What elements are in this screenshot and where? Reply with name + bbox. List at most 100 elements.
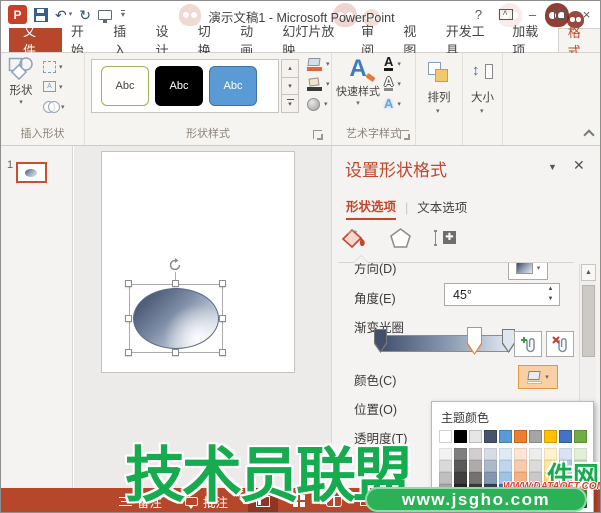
- add-gradient-stop-button[interactable]: [514, 331, 542, 357]
- variant-color-swatch[interactable]: [469, 496, 482, 508]
- theme-color-swatch[interactable]: [514, 430, 527, 443]
- ribbon-tab[interactable]: 开始: [62, 24, 104, 58]
- spin-up-icon[interactable]: ▲: [544, 285, 557, 294]
- shape-effects-button[interactable]: ▾: [307, 96, 330, 112]
- variant-color-swatch[interactable]: [469, 460, 482, 472]
- variant-color-swatch[interactable]: [484, 448, 497, 460]
- variant-color-swatch[interactable]: [454, 496, 467, 508]
- variant-color-swatch[interactable]: [499, 448, 512, 460]
- text-box-button[interactable]: A ▾: [43, 79, 65, 94]
- variant-color-swatch[interactable]: [514, 460, 527, 472]
- theme-color-swatch[interactable]: [439, 430, 452, 443]
- variant-color-swatch[interactable]: [469, 472, 482, 484]
- collapse-ribbon-button[interactable]: [584, 129, 594, 137]
- theme-color-swatch[interactable]: [484, 430, 497, 443]
- variant-color-swatch[interactable]: [439, 448, 452, 460]
- variant-color-swatch[interactable]: [544, 484, 557, 496]
- reading-view-button[interactable]: [319, 488, 349, 512]
- ribbon-tab[interactable]: 动画: [231, 24, 273, 58]
- resize-handle-e[interactable]: [219, 315, 226, 322]
- resize-handle-n[interactable]: [172, 280, 179, 287]
- ribbon-tab[interactable]: 切换: [189, 24, 231, 58]
- shape-style-thumbnail[interactable]: Abc: [155, 66, 203, 106]
- theme-color-swatch[interactable]: [454, 430, 467, 443]
- variant-color-swatch[interactable]: [499, 472, 512, 484]
- resize-handle-sw[interactable]: [125, 349, 132, 356]
- variant-color-swatch[interactable]: [529, 484, 542, 496]
- theme-color-swatch[interactable]: [469, 430, 482, 443]
- variant-color-swatch[interactable]: [454, 448, 467, 460]
- edit-shape-button[interactable]: ▾: [43, 59, 65, 74]
- variant-color-swatch[interactable]: [514, 496, 527, 508]
- fill-line-icon[interactable]: [340, 226, 367, 250]
- text-fill-button[interactable]: A ▾: [384, 55, 401, 72]
- variant-color-swatch[interactable]: [499, 460, 512, 472]
- tab-text-options[interactable]: 文本选项: [417, 197, 467, 219]
- variant-color-swatch[interactable]: [529, 496, 542, 508]
- save-icon[interactable]: [34, 7, 48, 22]
- shape-fill-button[interactable]: ▾: [307, 56, 330, 72]
- theme-color-swatch[interactable]: [559, 430, 572, 443]
- variant-color-swatch[interactable]: [544, 496, 557, 508]
- variant-color-swatch[interactable]: [544, 448, 557, 460]
- slideshow-view-button[interactable]: [351, 488, 381, 512]
- text-outline-button[interactable]: A ▾: [384, 75, 401, 92]
- redo-icon[interactable]: ↻: [79, 8, 91, 22]
- variant-color-swatch[interactable]: [559, 472, 572, 484]
- variant-color-swatch[interactable]: [574, 496, 587, 508]
- variant-color-swatch[interactable]: [439, 460, 452, 472]
- direction-dropdown[interactable]: ▾: [508, 263, 548, 280]
- variant-color-swatch[interactable]: [514, 448, 527, 460]
- variant-color-swatch[interactable]: [469, 484, 482, 496]
- theme-color-swatch[interactable]: [574, 430, 587, 443]
- ribbon-tab[interactable]: 加载项: [503, 24, 557, 58]
- variant-color-swatch[interactable]: [439, 472, 452, 484]
- gallery-up-button[interactable]: ▴: [281, 59, 299, 78]
- customize-qat-icon[interactable]: ▾: [119, 10, 125, 19]
- notes-button[interactable]: 备注: [119, 488, 162, 512]
- arrange-button[interactable]: 排列 ▾: [416, 53, 462, 145]
- variant-color-swatch[interactable]: [574, 472, 587, 484]
- slide-sorter-view-button[interactable]: [284, 488, 314, 512]
- shape-style-thumbnail[interactable]: Abc: [101, 66, 149, 106]
- variant-color-swatch[interactable]: [454, 484, 467, 496]
- slide-editing-area[interactable]: [74, 146, 331, 488]
- resize-handle-nw[interactable]: [125, 280, 132, 287]
- resize-handle-w[interactable]: [125, 315, 132, 322]
- gradient-color-button[interactable]: ▾: [518, 365, 558, 389]
- angle-spinner[interactable]: 45° ▲ ▼: [444, 283, 560, 306]
- variant-color-swatch[interactable]: [454, 472, 467, 484]
- slide-thumbnail-selected[interactable]: [16, 162, 47, 183]
- shape-style-thumbnail[interactable]: Abc: [209, 66, 257, 106]
- theme-color-swatch[interactable]: [529, 430, 542, 443]
- ribbon-tab[interactable]: 插入: [104, 24, 146, 58]
- variant-color-swatch[interactable]: [529, 472, 542, 484]
- pane-menu-chevron-icon[interactable]: ▼: [548, 162, 557, 172]
- pane-close-icon[interactable]: ✕: [573, 157, 585, 174]
- text-effects-button[interactable]: A ▾: [384, 95, 401, 112]
- variant-color-swatch[interactable]: [529, 460, 542, 472]
- ribbon-tab[interactable]: 设计: [147, 24, 189, 58]
- quick-styles-button[interactable]: A 快速样式 ▾: [336, 56, 380, 124]
- variant-color-swatch[interactable]: [514, 472, 527, 484]
- variant-color-swatch[interactable]: [499, 496, 512, 508]
- variant-color-swatch[interactable]: [454, 460, 467, 472]
- variant-color-swatch[interactable]: [574, 460, 587, 472]
- resize-handle-ne[interactable]: [219, 280, 226, 287]
- variant-color-swatch[interactable]: [544, 472, 557, 484]
- variant-color-swatch[interactable]: [544, 460, 557, 472]
- tab-file[interactable]: 文件: [9, 24, 62, 58]
- ribbon-tab[interactable]: 审阅: [352, 24, 394, 58]
- variant-color-swatch[interactable]: [484, 484, 497, 496]
- spin-down-icon[interactable]: ▼: [544, 295, 557, 304]
- scrollbar-thumb[interactable]: [582, 285, 595, 357]
- undo-icon[interactable]: ↶ ▾: [55, 8, 72, 22]
- shape-outline-button[interactable]: ▾: [307, 76, 330, 92]
- comments-button[interactable]: 批注: [185, 488, 228, 512]
- variant-color-swatch[interactable]: [514, 484, 527, 496]
- size-properties-icon[interactable]: ✚: [434, 228, 456, 248]
- resize-handle-se[interactable]: [219, 349, 226, 356]
- merge-shapes-button[interactable]: ▾: [43, 99, 65, 114]
- effects-pentagon-icon[interactable]: [389, 227, 412, 249]
- start-slideshow-icon[interactable]: [97, 9, 112, 23]
